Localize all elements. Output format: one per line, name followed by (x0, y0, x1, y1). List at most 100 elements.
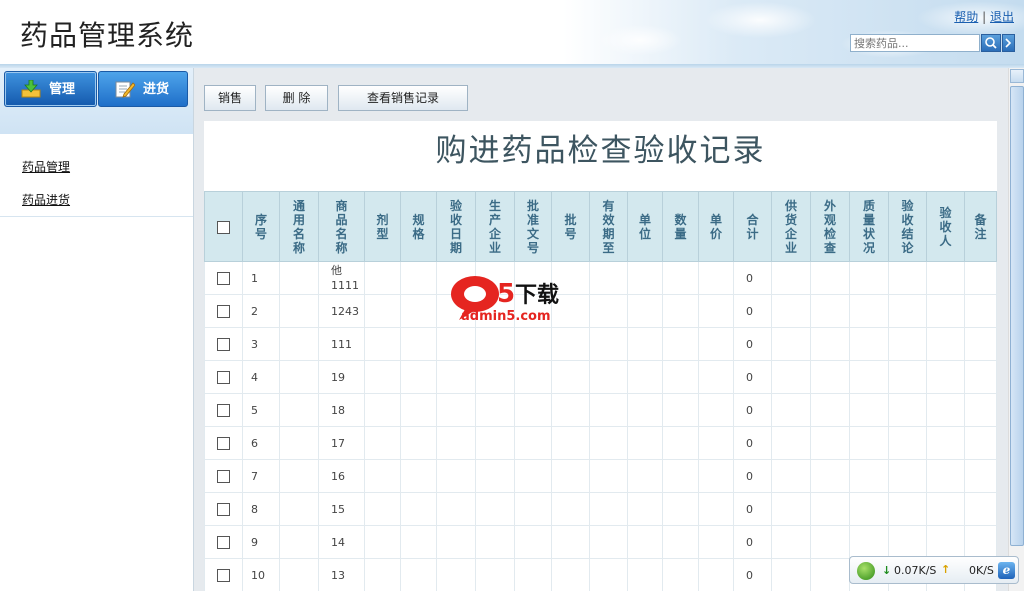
cell-empty (771, 558, 811, 591)
cell-empty (514, 360, 552, 394)
row-checkbox[interactable] (217, 436, 230, 450)
records-table: 序号 通用名称 商品名称 剂型 规格 验收日期 生产企业 批准文号 批号 有效期… (204, 191, 997, 591)
row-checkbox[interactable] (217, 502, 230, 516)
download-tray-icon (21, 80, 41, 98)
sidebar: 管理 进货 药品管理 药品进货 (0, 68, 193, 591)
cell-empty (964, 459, 997, 493)
cell-empty (849, 426, 889, 460)
row-checkbox[interactable] (217, 271, 230, 285)
download-speed: 0.07K/S (894, 564, 937, 577)
cell-empty (514, 525, 552, 559)
cell-empty (662, 261, 699, 295)
cell-no: 4 (242, 360, 280, 394)
cell-empty (589, 393, 628, 427)
column-header: 批号 (551, 191, 590, 262)
cell-total: 0 (733, 261, 772, 295)
cell-empty (698, 426, 734, 460)
cell-empty (810, 525, 850, 559)
cell-empty (771, 327, 811, 361)
cell-empty (849, 261, 889, 295)
cell-empty (810, 393, 850, 427)
cell-empty (771, 393, 811, 427)
cell-empty (771, 261, 811, 295)
browser-icon: e (998, 562, 1015, 579)
cell-empty (364, 525, 401, 559)
search-options-button[interactable] (1002, 34, 1015, 52)
sidebar-tabbar: 管理 进货 (0, 68, 193, 134)
cell-empty (698, 327, 734, 361)
svg-text:5: 5 (497, 279, 515, 309)
edit-document-icon (115, 81, 135, 98)
row-checkbox[interactable] (217, 403, 230, 417)
report-panel: 购进药品检查验收记录 序号 通用名称 商品名称 剂型 规格 验收日期 生产企业 (204, 121, 997, 591)
cell-empty (400, 393, 437, 427)
cell-empty (662, 393, 699, 427)
search-button[interactable] (981, 34, 1001, 52)
cell-empty (514, 459, 552, 493)
cell-empty (436, 426, 476, 460)
cell-no: 7 (242, 459, 280, 493)
cell-empty (810, 327, 850, 361)
cell-total: 0 (733, 492, 772, 526)
select-all-checkbox[interactable] (217, 220, 230, 234)
row-checkbox[interactable] (217, 469, 230, 483)
row-checkbox[interactable] (217, 304, 230, 318)
cell-empty (698, 459, 734, 493)
search-input[interactable] (850, 34, 980, 52)
sell-button[interactable]: 销售 (204, 85, 256, 111)
cell-empty (964, 525, 997, 559)
cell-generic-name (279, 393, 319, 427)
cell-empty (551, 558, 590, 591)
column-header: 批准文号 (514, 191, 552, 262)
cell-empty (627, 459, 663, 493)
cell-no: 5 (242, 393, 280, 427)
cell-empty (514, 393, 552, 427)
cell-empty (926, 525, 965, 559)
cell-empty (771, 426, 811, 460)
help-link[interactable]: 帮助 (954, 10, 978, 24)
column-header: 规格 (400, 191, 437, 262)
cell-empty (514, 426, 552, 460)
cell-generic-name (279, 327, 319, 361)
cell-empty (551, 393, 590, 427)
cell-empty (926, 327, 965, 361)
cell-empty (662, 459, 699, 493)
cell-empty (888, 426, 927, 460)
row-checkbox[interactable] (217, 337, 230, 351)
cell-empty (771, 459, 811, 493)
cell-empty (771, 492, 811, 526)
cell-empty (589, 558, 628, 591)
cell-empty (627, 261, 663, 295)
cell-total: 0 (733, 558, 772, 591)
cell-empty (888, 492, 927, 526)
cell-empty (400, 426, 437, 460)
delete-button[interactable]: 删 除 (265, 85, 328, 111)
cell-empty (475, 393, 515, 427)
cell-empty (589, 294, 628, 328)
page-scrollbar[interactable] (1008, 68, 1024, 591)
scroll-up-arrow[interactable] (1010, 69, 1024, 83)
tab-purchase[interactable]: 进货 (98, 71, 188, 107)
row-checkbox[interactable] (217, 535, 230, 549)
view-sales-records-button[interactable]: 查看销售记录 (338, 85, 468, 111)
cell-no: 6 (242, 426, 280, 460)
network-speed-widget[interactable]: ↓ 0.07K/S ↑ 0K/S e (849, 556, 1019, 584)
cell-empty (888, 525, 927, 559)
scrollbar-thumb[interactable] (1010, 86, 1024, 546)
cell-no: 10 (242, 558, 280, 591)
column-header: 质量状况 (849, 191, 889, 262)
row-checkbox[interactable] (217, 568, 230, 582)
sidebar-item-drug-management[interactable]: 药品管理 (22, 158, 70, 175)
row-checkbox[interactable] (217, 370, 230, 384)
cell-generic-name (279, 525, 319, 559)
logout-link[interactable]: 退出 (990, 10, 1014, 24)
cell-empty (400, 459, 437, 493)
tab-manage[interactable]: 管理 (4, 71, 97, 107)
header-links: 帮助 | 退出 (954, 8, 1014, 25)
svg-text:admin5.com: admin5.com (461, 309, 551, 324)
column-header: 生产企业 (475, 191, 515, 262)
sidebar-item-drug-purchase[interactable]: 药品进货 (22, 191, 70, 208)
column-header: 外观检查 (810, 191, 850, 262)
cell-empty (400, 261, 437, 295)
cell-no: 3 (242, 327, 280, 361)
